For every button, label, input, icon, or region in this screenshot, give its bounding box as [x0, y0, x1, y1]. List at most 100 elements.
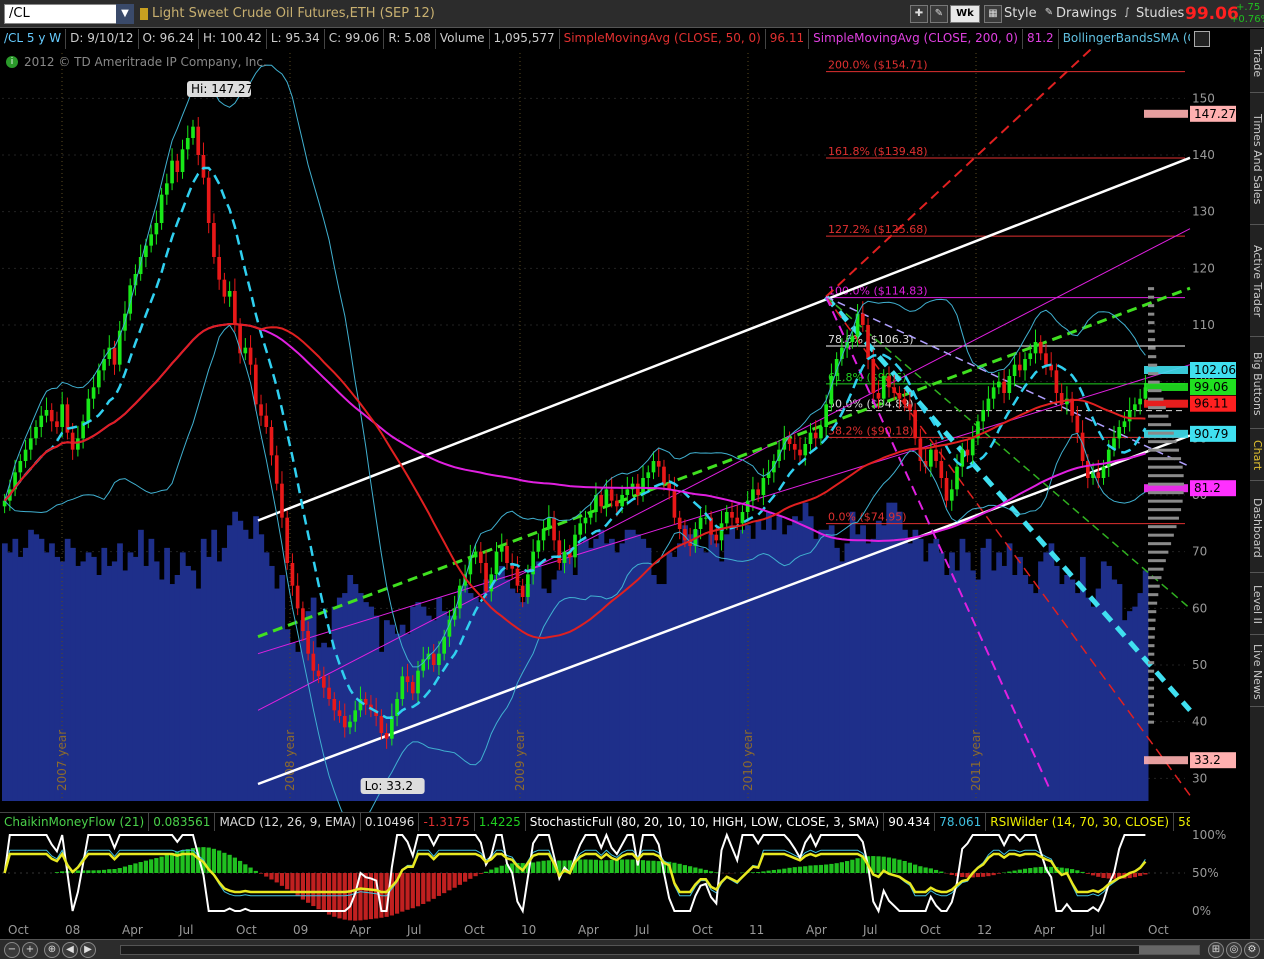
studies-menu-button[interactable]: Studies — [1136, 5, 1184, 23]
style-menu-button[interactable]: Style — [1004, 5, 1037, 23]
pan-left-icon[interactable]: ◀ — [62, 942, 78, 958]
zoom-out-icon[interactable]: − — [4, 942, 20, 958]
candle-body — [342, 716, 347, 728]
tab-chart[interactable]: Chart — [1250, 431, 1264, 481]
volume-profile-bar — [1148, 593, 1159, 597]
candle-body — [547, 517, 551, 529]
volume-bar — [588, 547, 594, 801]
symbol-dropdown-icon[interactable]: ▼ — [116, 4, 134, 24]
volume-profile-bar — [1148, 508, 1182, 512]
cmf-study-label[interactable]: ChaikinMoneyFlow (21) — [0, 813, 150, 831]
volume-bar — [488, 584, 495, 801]
rsi-study-label[interactable]: RSIWilder (14, 70, 30, CLOSE) — [986, 813, 1175, 831]
sma200-study-label[interactable]: SimpleMovingAvg (CLOSE, 200, 0) — [809, 29, 1023, 49]
period-button[interactable]: Wk — [950, 5, 980, 23]
volume-bar — [1100, 561, 1107, 801]
volume-bar — [2, 543, 8, 801]
osc-tick-label: 100% — [1192, 828, 1226, 842]
tab-trade[interactable]: Trade — [1250, 33, 1264, 93]
zoom-in-plus-icon[interactable]: ⊕ — [44, 942, 60, 958]
candle-body — [390, 716, 394, 739]
volume-bar — [1111, 579, 1118, 801]
top-toolbar: /CL ▼ Light Sweet Crude Oil Futures,ETH … — [0, 0, 1264, 28]
volume-bar — [844, 543, 851, 801]
volume-bar — [127, 552, 134, 801]
tab-big-buttons[interactable]: Big Buttons — [1250, 339, 1264, 429]
year-marker-label: 2008 year — [283, 730, 297, 791]
symbol-period-label[interactable]: /CL 5 y W — [0, 29, 67, 49]
sma50-study-label[interactable]: SimpleMovingAvg (CLOSE, 50, 0) — [560, 29, 766, 49]
volume-bar — [101, 547, 108, 801]
chart-settings-icon[interactable] — [1194, 31, 1210, 47]
fit-icon[interactable]: ◎ — [1226, 942, 1242, 958]
volume-bar — [38, 538, 45, 801]
stochastic-study-label[interactable]: StochasticFull (80, 20, 10, 10, HIGH, LO… — [526, 813, 885, 831]
volume-profile-bar — [1148, 610, 1157, 614]
zoom-in-icon[interactable]: + — [22, 942, 38, 958]
candle-body — [965, 449, 970, 456]
y-tick-label: 130 — [1192, 205, 1215, 219]
y-tick-label: 40 — [1192, 715, 1207, 729]
volume-bar — [797, 520, 804, 801]
candle-body — [285, 517, 290, 563]
macd-study-label[interactable]: MACD (12, 26, 9, EMA) — [215, 813, 361, 831]
volume-bar — [117, 543, 123, 801]
candle-body — [327, 687, 331, 699]
settings-icon[interactable]: ⚙ — [1244, 942, 1260, 958]
volume-label[interactable]: Volume — [436, 29, 490, 49]
volume-profile-bar — [1148, 525, 1177, 529]
volume-bar — [1142, 570, 1149, 801]
volume-bar — [1027, 584, 1034, 801]
x-tick-label: Oct — [464, 923, 485, 937]
fib-level-label: 161.8% ($139.48) — [828, 145, 928, 158]
volume-profile-bar — [1148, 576, 1162, 580]
scroll-thumb[interactable] — [1139, 946, 1199, 954]
pan-right-icon[interactable]: ▶ — [80, 942, 96, 958]
price-chart[interactable]: 2007 year 2008 year 2009 year 2010 year 2011… — [0, 49, 1250, 939]
x-tick-label: Apr — [350, 923, 371, 937]
drawings-menu-button[interactable]: Drawings — [1056, 5, 1117, 23]
volume-bar — [697, 547, 704, 801]
volume-profile-bar — [1148, 661, 1155, 665]
bollinger-study-label[interactable]: BollingerBandsSMA (CLO... — [1059, 29, 1190, 49]
candle-body — [1028, 353, 1033, 359]
volume-bar — [211, 529, 218, 801]
candle-body — [1127, 410, 1132, 422]
candle-body — [929, 449, 933, 467]
volume-profile-bar — [1148, 720, 1155, 724]
volume-bar — [656, 584, 662, 801]
expand-icon[interactable]: ⊞ — [1208, 942, 1224, 958]
chart-scrollbar[interactable] — [120, 945, 1200, 955]
tab-times-and-sales[interactable]: Times And Sales — [1250, 95, 1264, 225]
candle-body — [887, 376, 891, 388]
crosshair-icon[interactable]: ✚ — [910, 5, 928, 23]
volume-profile-bar — [1148, 695, 1155, 699]
tab-level-ii[interactable]: Level II — [1250, 575, 1264, 635]
volume-bar — [457, 588, 463, 801]
tab-live-news[interactable]: Live News — [1250, 637, 1264, 707]
volume-bar — [138, 529, 144, 801]
tab-dashboard[interactable]: Dashboard — [1250, 483, 1264, 573]
volume-bar — [818, 529, 825, 801]
year-marker-label: 2010 year — [741, 730, 755, 791]
macd-value-1: 0.10496 — [361, 813, 420, 831]
volume-bar — [1017, 556, 1023, 801]
volume-profile-bar — [1148, 686, 1155, 690]
info-icon[interactable]: i — [6, 56, 18, 68]
grid-settings-icon[interactable]: ▦ — [984, 5, 1002, 23]
candle-body — [196, 126, 201, 155]
volume-bar — [164, 547, 170, 801]
x-tick-label: Jul — [634, 923, 649, 937]
candle-body — [635, 483, 640, 495]
symbol-input[interactable]: /CL — [4, 4, 134, 24]
candle-body — [714, 534, 719, 541]
tab-active-trader[interactable]: Active Trader — [1250, 227, 1264, 337]
candle-body — [311, 653, 316, 671]
drawing-tool-icon[interactable]: ✎ — [930, 5, 948, 23]
price-marker-label: 102.06 — [1194, 363, 1236, 377]
volume-bar — [781, 534, 788, 801]
volume-profile-bar — [1148, 287, 1155, 291]
volume-bar — [896, 511, 903, 801]
candle-body — [1033, 342, 1038, 354]
volume-bar — [535, 561, 542, 801]
